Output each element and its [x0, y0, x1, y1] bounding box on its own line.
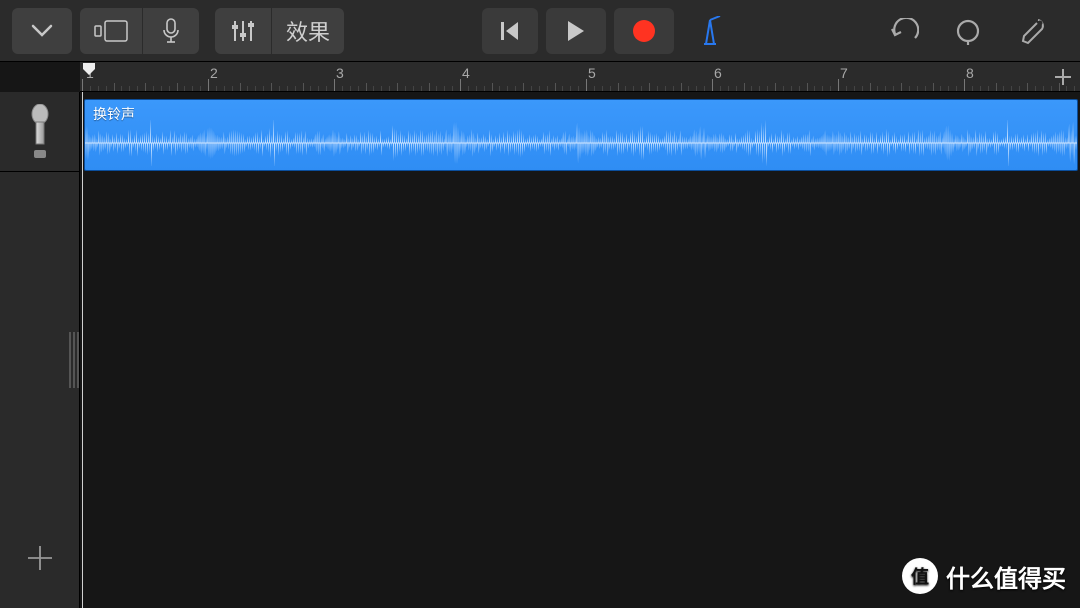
fx-button[interactable]: 效果: [272, 8, 344, 54]
wrench-icon: [1018, 17, 1046, 45]
microphone-icon: [26, 104, 54, 160]
record-button[interactable]: [614, 8, 674, 54]
loop-browser-button[interactable]: [940, 8, 996, 54]
waveform: [85, 120, 1077, 166]
microphone-icon: [162, 18, 180, 44]
metronome-button[interactable]: [682, 8, 738, 54]
playhead-line[interactable]: [82, 92, 83, 608]
timeline-ruler[interactable]: 1 2 3 4 5 6 7 8: [80, 62, 1080, 92]
add-section-button[interactable]: [1050, 64, 1076, 90]
bar-number: 3: [336, 65, 344, 81]
sliders-icon: [230, 19, 256, 43]
song-settings-button[interactable]: [1004, 8, 1060, 54]
play-icon: [566, 19, 586, 43]
go-to-start-button[interactable]: [482, 8, 538, 54]
panel-drag-handle[interactable]: [68, 332, 80, 388]
timeline[interactable]: 换铃声: [80, 92, 1080, 608]
bar-number: 5: [588, 65, 596, 81]
playhead-marker[interactable]: [82, 62, 96, 76]
track-view-icon: [94, 20, 128, 42]
undo-button[interactable]: [876, 8, 932, 54]
add-track-button[interactable]: [0, 528, 80, 588]
watermark-badge: 值: [902, 558, 938, 594]
metronome-icon: [696, 16, 724, 46]
plus-icon: [26, 544, 54, 572]
bar-number: 4: [462, 65, 470, 81]
watermark: 值 什么值得买: [902, 558, 1066, 594]
fx-label: 效果: [276, 15, 340, 47]
track-view-button[interactable]: [80, 8, 142, 54]
track-header[interactable]: [0, 92, 79, 172]
loop-icon: [954, 17, 982, 45]
bar-number: 2: [210, 65, 218, 81]
track-settings-button[interactable]: [215, 8, 271, 54]
browser-menu-button[interactable]: [12, 8, 72, 54]
play-button[interactable]: [546, 8, 606, 54]
audio-region[interactable]: 换铃声: [84, 99, 1078, 171]
previous-icon: [500, 20, 520, 42]
bar-number: 6: [714, 65, 722, 81]
toolbar: 效果: [0, 0, 1080, 62]
record-icon: [631, 18, 657, 44]
track-headers: [0, 92, 80, 608]
bar-number: 7: [840, 65, 848, 81]
microphone-button[interactable]: [143, 8, 199, 54]
undo-icon: [889, 18, 919, 44]
bar-number: 8: [966, 65, 974, 81]
plus-icon: [1054, 68, 1072, 86]
tracks-area: 换铃声: [0, 92, 1080, 608]
chevron-down-icon: [31, 24, 53, 38]
watermark-text: 什么值得买: [946, 559, 1066, 594]
